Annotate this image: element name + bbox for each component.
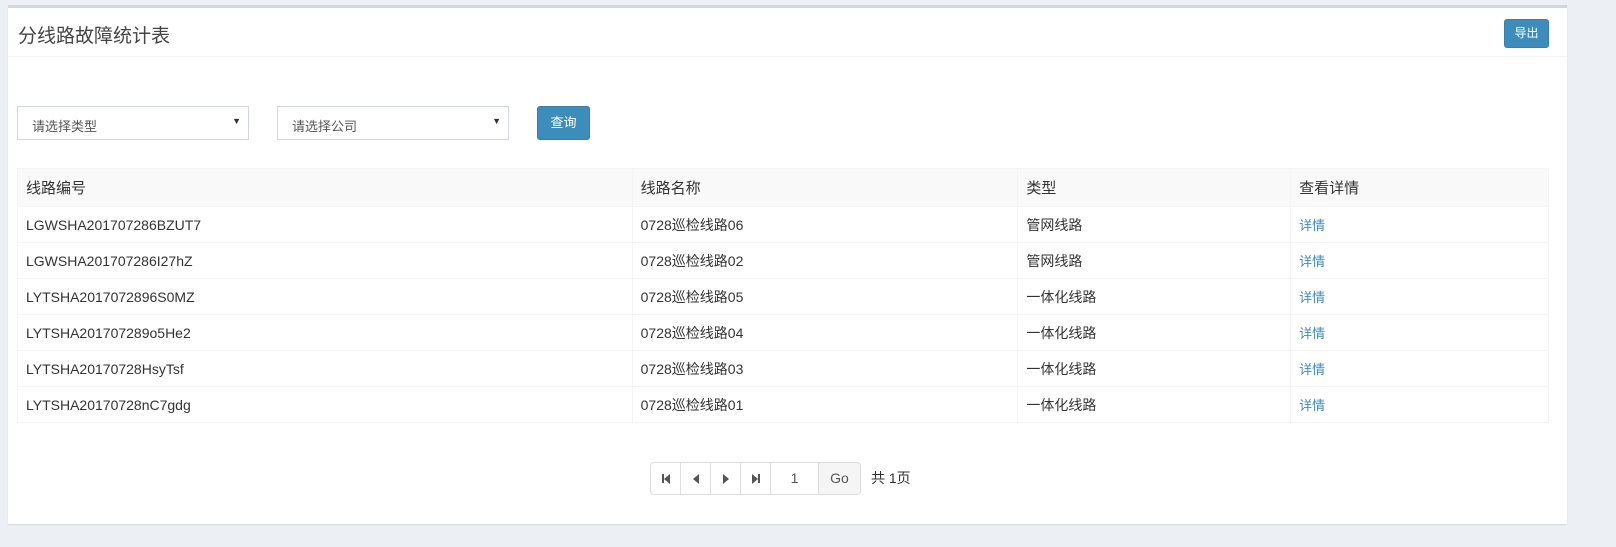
query-button[interactable]: 查询 [537,106,590,140]
line-code-cell: LGWSHA201707286I27hZ [17,242,633,279]
chevron-down-icon: ▼ [232,116,241,126]
line-type-cell: 管网线路 [1017,242,1292,279]
detail-link[interactable]: 详情 [1290,278,1549,315]
first-page-button[interactable] [650,462,681,495]
detail-link[interactable]: 详情 [1290,242,1549,279]
prev-icon [692,473,699,484]
line-name-cell: 0728巡检线路06 [631,206,1019,243]
detail-link[interactable]: 详情 [1290,350,1549,387]
company-select[interactable]: 请选择公司 ▼ [277,106,509,140]
pagination: 1 Go 共 1页 [650,462,911,496]
line-name-cell: 0728巡检线路03 [631,350,1019,387]
type-select-value: 请选择类型 [32,119,98,134]
line-name-cell: 0728巡检线路01 [631,386,1019,423]
page-number-input[interactable]: 1 [770,462,819,495]
detail-link[interactable]: 详情 [1290,314,1549,351]
export-button[interactable]: 导出 [1504,19,1549,48]
table-header-row: 线路编号 线路名称 类型 查看详情 [17,168,1549,207]
total-pages-label: 共 1页 [871,470,911,486]
line-name-cell: 0728巡检线路04 [631,314,1019,351]
table-row: LGWSHA201707286I27hZ 0728巡检线路02 管网线路 详情 [17,242,1549,279]
line-code-cell: LGWSHA201707286BZUT7 [17,206,633,243]
type-select[interactable]: 请选择类型 ▼ [17,106,249,140]
detail-link[interactable]: 详情 [1290,206,1549,243]
header-detail: 查看详情 [1290,168,1549,207]
go-button[interactable]: Go [818,462,861,495]
line-code-cell: LYTSHA2017072896S0MZ [17,278,633,315]
chevron-down-icon: ▼ [492,116,501,126]
table-row: LYTSHA20170728nC7gdg 0728巡检线路01 一体化线路 详情 [17,386,1549,423]
line-type-cell: 一体化线路 [1017,278,1292,315]
line-name-cell: 0728巡检线路02 [631,242,1019,279]
line-type-cell: 一体化线路 [1017,350,1292,387]
last-page-button[interactable] [740,462,771,495]
line-code-cell: LYTSHA20170728HsyTsf [17,350,633,387]
company-select-value: 请选择公司 [292,119,358,134]
line-type-cell: 一体化线路 [1017,386,1292,423]
first-page-icon [661,473,670,484]
fault-stats-panel: 分线路故障统计表 导出 请选择类型 ▼ 请选择公司 ▼ 查询 线路编号 线路名称… [8,5,1567,524]
next-page-button[interactable] [710,462,741,495]
line-code-cell: LYTSHA20170728nC7gdg [17,386,633,423]
line-type-cell: 管网线路 [1017,206,1292,243]
table-row: LGWSHA201707286BZUT7 0728巡检线路06 管网线路 详情 [17,206,1549,243]
table-row: LYTSHA2017072896S0MZ 0728巡检线路05 一体化线路 详情 [17,278,1549,315]
header-type: 类型 [1017,168,1292,207]
page-title: 分线路故障统计表 [18,26,171,47]
next-icon [722,473,729,484]
header-line-code: 线路编号 [17,168,633,207]
table-row: LYTSHA201707289o5He2 0728巡检线路04 一体化线路 详情 [17,314,1549,351]
lines-table: 线路编号 线路名称 类型 查看详情 LGWSHA201707286BZUT7 0… [17,168,1549,423]
header-line-name: 线路名称 [631,168,1019,207]
detail-link[interactable]: 详情 [1290,386,1549,423]
prev-page-button[interactable] [680,462,711,495]
line-type-cell: 一体化线路 [1017,314,1292,351]
table-row: LYTSHA20170728HsyTsf 0728巡检线路03 一体化线路 详情 [17,350,1549,387]
last-page-icon [751,473,760,484]
panel-header: 分线路故障统计表 导出 [8,8,1567,57]
line-code-cell: LYTSHA201707289o5He2 [17,314,633,351]
line-name-cell: 0728巡检线路05 [631,278,1019,315]
